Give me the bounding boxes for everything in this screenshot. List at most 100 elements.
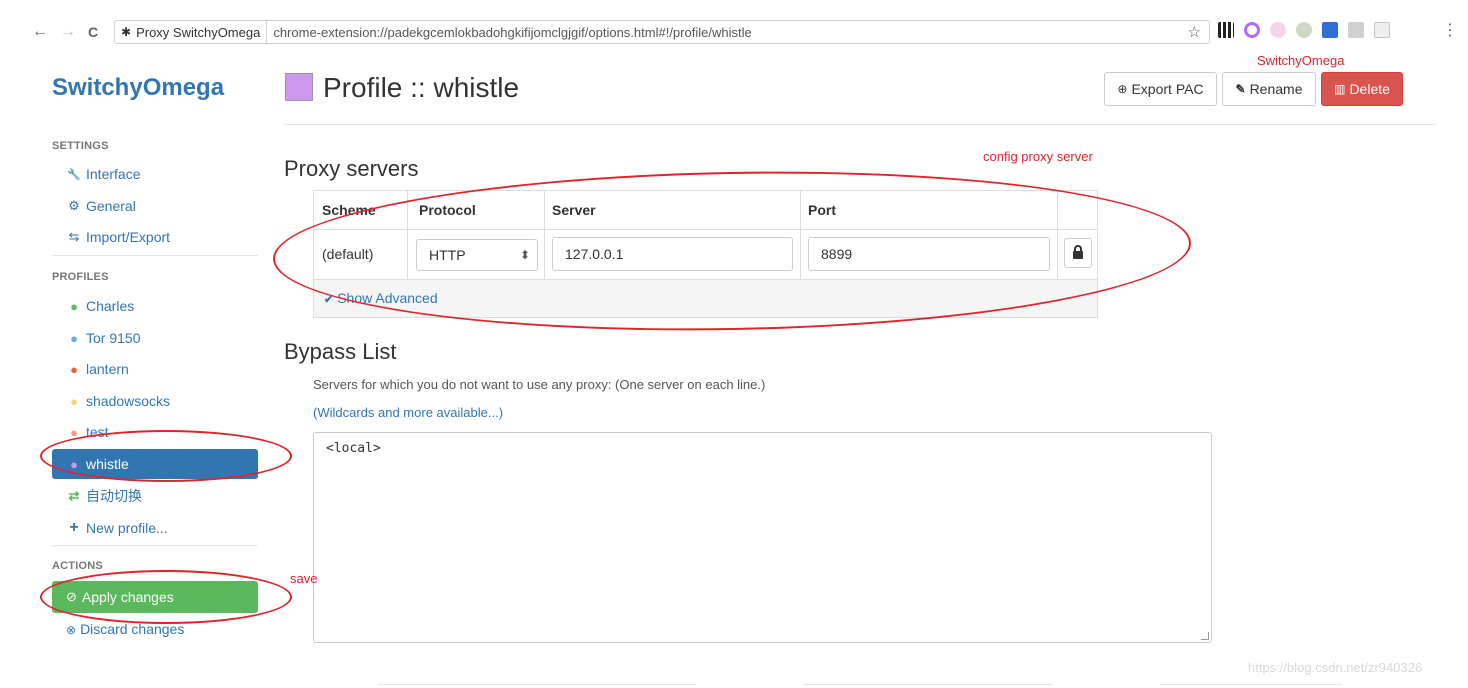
extension-icon[interactable] [1322, 22, 1338, 38]
column-header-protocol: Protocol [419, 202, 476, 218]
watermark: https://blog.csdn.net/zr940326 [1248, 660, 1423, 675]
extension-icon[interactable] [1296, 22, 1312, 38]
resize-grip-icon[interactable] [1201, 632, 1209, 640]
rename-label: Rename [1249, 81, 1303, 97]
url-text[interactable]: chrome-extension://padekgcemlokbadohgkif… [267, 25, 751, 40]
select-arrows-icon: ⬍ [519, 248, 530, 262]
sidebar-item-charles[interactable]: ● Charles [52, 291, 258, 321]
sidebar-item-new-profile[interactable]: + New profile... [52, 513, 258, 543]
column-header-port: Port [808, 202, 836, 218]
bottom-fade-element [1160, 684, 1342, 688]
sidebar-item-label: Charles [86, 298, 135, 314]
sidebar-item-label: General [86, 198, 136, 214]
auth-lock-button[interactable] [1064, 238, 1092, 268]
bypass-list-heading: Bypass List [284, 339, 397, 364]
column-divider [1057, 191, 1058, 279]
switchyomega-extension-icon[interactable] [1244, 22, 1260, 38]
forward-arrow-icon[interactable]: → [60, 22, 76, 42]
sidebar-item-label: Interface [86, 166, 141, 182]
import-export-icon: ⇆ [68, 229, 80, 244]
browser-toolbar: ← → C ✱ Proxy SwitchyOmega chrome-extens… [0, 0, 1468, 50]
address-bar[interactable]: ✱ Proxy SwitchyOmega chrome-extension://… [114, 20, 1210, 44]
sidebar-item-auto-switch[interactable]: ⇄ 自动切换 [52, 481, 258, 511]
sidebar-item-interface[interactable]: 🔧 Interface [52, 159, 258, 189]
protocol-value: HTTP [429, 247, 466, 263]
sidebar-item-tor-9150[interactable]: ● Tor 9150 [52, 323, 258, 353]
show-advanced-link[interactable]: ✔ Show Advanced [324, 290, 438, 306]
extension-icon[interactable] [1374, 22, 1390, 38]
scheme-default-cell: (default) [322, 246, 374, 262]
discard-changes-button[interactable]: ⊗ Discard changes [66, 621, 184, 637]
sidebar-item-label: New profile... [86, 520, 168, 536]
annotation-save: save [290, 571, 318, 586]
row-divider [314, 229, 1097, 230]
plus-icon: + [69, 519, 79, 536]
sidebar-item-label: Tor 9150 [86, 330, 141, 346]
globe-icon: ● [70, 424, 78, 440]
trash-icon: ▥ [1334, 82, 1346, 96]
extension-icon[interactable] [1270, 22, 1286, 38]
sidebar-item-test[interactable]: ● test [52, 417, 258, 447]
bottom-fade-element [378, 684, 696, 688]
sidebar-item-label: shadowsocks [86, 393, 171, 409]
globe-icon: ● [70, 298, 78, 314]
back-arrow-icon[interactable]: ← [32, 22, 48, 42]
sidebar-item-import-export[interactable]: ⇆ Import/Export [52, 222, 258, 252]
extension-name: Proxy SwitchyOmega [136, 24, 261, 40]
actions-heading: ACTIONS [52, 560, 103, 572]
port-input[interactable]: 8899 [808, 237, 1050, 271]
check-circle-icon: ⊘ [66, 589, 77, 604]
puzzle-icon: ✱ [121, 25, 132, 39]
profile-color-swatch[interactable] [285, 73, 313, 101]
sidebar-item-label: Import/Export [86, 229, 171, 245]
apply-changes-label: Apply changes [81, 589, 174, 605]
brand-logo[interactable]: SwitchyOmega [52, 74, 224, 102]
wrench-icon: 🔧 [67, 168, 81, 181]
x-circle-icon: ⊗ [66, 623, 77, 637]
export-pac-button[interactable]: ⊕ Export PAC [1104, 72, 1217, 106]
export-pac-label: Export PAC [1131, 81, 1204, 97]
proxy-servers-heading: Proxy servers [284, 156, 419, 181]
advanced-row: ✔ Show Advanced [314, 280, 1097, 317]
sidebar-divider [52, 255, 258, 256]
annotation-config-proxy: config proxy server [983, 149, 1093, 164]
bookmark-star-icon[interactable]: ☆ [1188, 23, 1201, 41]
download-circle-icon: ⊕ [1117, 82, 1128, 96]
profiles-heading: PROFILES [52, 271, 109, 283]
rename-button[interactable]: ✎ Rename [1222, 72, 1316, 106]
annotation-switchyomega: SwitchyOmega [1257, 53, 1345, 68]
edit-icon: ✎ [1235, 82, 1246, 96]
server-input[interactable]: 127.0.0.1 [552, 237, 793, 271]
lock-icon [1073, 245, 1083, 259]
globe-icon: ● [70, 361, 78, 377]
sidebar-item-label: test [86, 424, 109, 440]
sidebar-item-whistle[interactable]: ● whistle [52, 449, 258, 479]
bypass-list-content: <local> [326, 441, 381, 456]
column-divider [544, 191, 545, 279]
chevron-down-icon: ✔ [324, 294, 334, 306]
column-header-server: Server [552, 202, 596, 218]
extension-icon[interactable] [1348, 22, 1364, 38]
qr-code-extension-icon[interactable] [1218, 22, 1234, 38]
globe-icon: ● [70, 393, 78, 409]
protocol-select[interactable]: HTTP ⬍ [416, 239, 538, 271]
settings-heading: SETTINGS [52, 140, 109, 152]
gear-icon: ⚙ [68, 198, 80, 213]
discard-changes-label: Discard changes [80, 621, 185, 637]
sidebar-item-shadowsocks[interactable]: ● shadowsocks [52, 386, 258, 416]
reload-icon[interactable]: C [88, 22, 98, 42]
browser-menu-icon[interactable]: ⋮ [1442, 20, 1458, 40]
delete-button[interactable]: ▥ Delete [1321, 72, 1403, 106]
delete-label: Delete [1349, 81, 1390, 97]
sidebar-item-general[interactable]: ⚙ General [52, 191, 258, 221]
extension-icons [1218, 22, 1390, 38]
bypass-list-textarea[interactable]: <local> [313, 432, 1212, 643]
apply-changes-button[interactable]: ⊘ Apply changes [52, 581, 258, 613]
sidebar-item-lantern[interactable]: ● lantern [52, 354, 258, 384]
wildcards-help-link[interactable]: (Wildcards and more available...) [313, 405, 503, 420]
column-header-scheme: Scheme [322, 202, 376, 218]
bypass-help-text: Servers for which you do not want to use… [313, 377, 766, 392]
header-divider [285, 124, 1435, 125]
sidebar-item-label: lantern [86, 361, 129, 377]
switch-icon: ⇄ [68, 488, 80, 503]
